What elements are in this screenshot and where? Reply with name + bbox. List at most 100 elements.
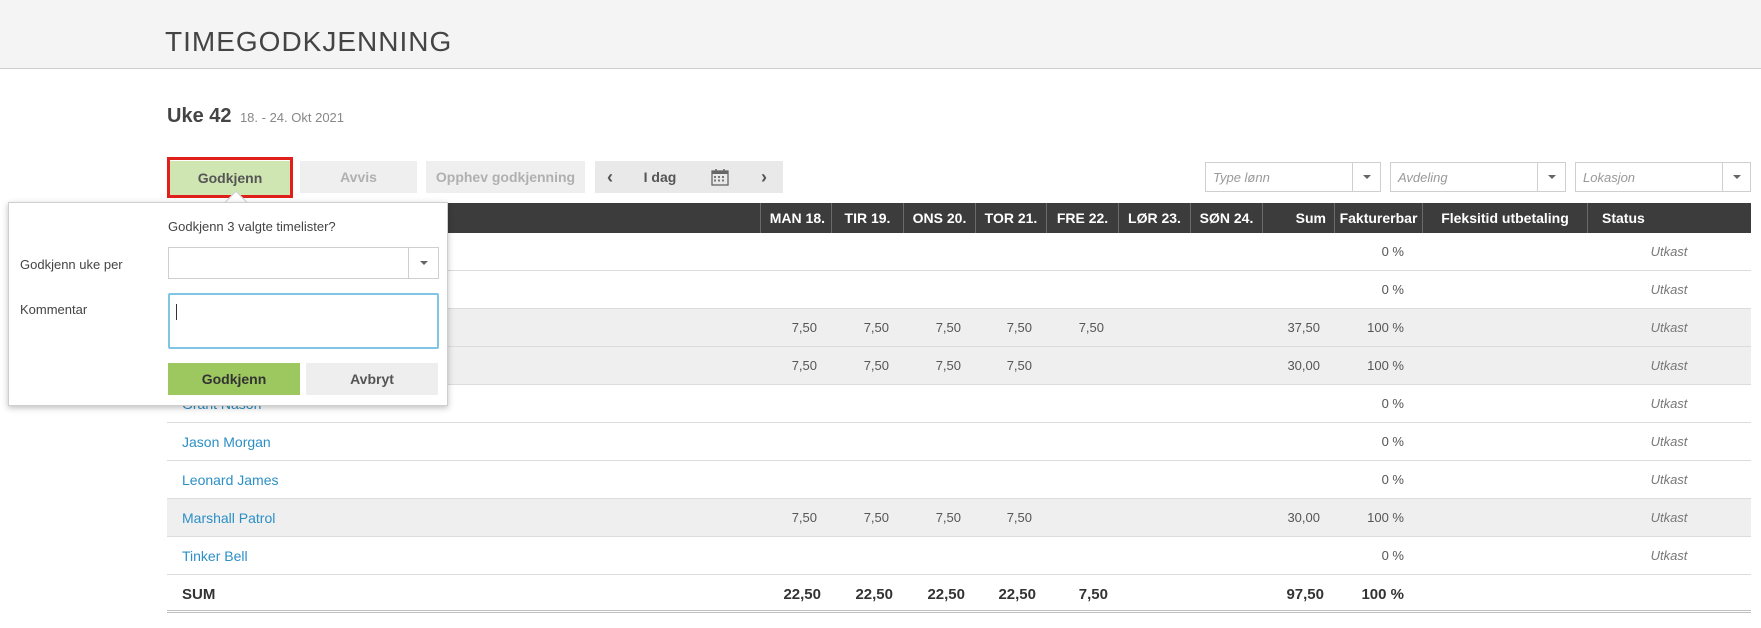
table-row[interactable]: Marshall Patrol 7,50 7,50 7,50 7,50 30,00 100 … xyxy=(167,499,1751,537)
hours-cell-thu xyxy=(975,233,1046,271)
billable-cell: 0 % xyxy=(1381,282,1404,297)
sum-thu: 22,50 xyxy=(998,586,1036,603)
hours-cell-wed: 7,50 xyxy=(935,358,961,373)
column-header-wed[interactable]: ONS 20. xyxy=(903,203,975,233)
chevron-down-icon[interactable] xyxy=(1537,163,1565,191)
hours-cell-fri xyxy=(1046,499,1118,537)
status-cell: Utkast xyxy=(1650,282,1688,297)
hours-cell-tue xyxy=(831,537,903,575)
hours-cell-wed xyxy=(903,423,975,461)
table-row[interactable]: Leonard James 0 % Utkast xyxy=(167,461,1751,499)
column-header-thu[interactable]: TOR 21. xyxy=(975,203,1046,233)
hours-cell-sum xyxy=(1262,461,1334,499)
hours-cell-fri xyxy=(1046,271,1118,309)
approve-popup: Godkjenn 3 valgte timelister? Godkjenn u… xyxy=(8,202,448,406)
week-range: 18. - 24. Okt 2021 xyxy=(239,110,345,125)
column-header-mon[interactable]: MAN 18. xyxy=(760,203,831,233)
approve-per-select[interactable] xyxy=(168,247,439,279)
sum-row: SUM 22,50 22,50 22,50 22,50 7,50 97,50 1… xyxy=(167,577,1751,613)
hours-cell-fri xyxy=(1046,423,1118,461)
previous-week-button[interactable]: ‹ xyxy=(595,167,625,188)
hours-cell-fri xyxy=(1046,347,1118,385)
billable-cell: 100 % xyxy=(1367,358,1404,373)
text-cursor xyxy=(176,304,177,320)
column-header-fri[interactable]: FRE 22. xyxy=(1046,203,1118,233)
reject-button[interactable]: Avvis xyxy=(300,161,417,193)
column-header-sun[interactable]: SØN 24. xyxy=(1190,203,1262,233)
hours-cell-thu xyxy=(975,385,1046,423)
hours-cell-mon xyxy=(760,423,831,461)
chevron-down-icon[interactable] xyxy=(408,248,438,278)
chevron-down-icon[interactable] xyxy=(1352,163,1380,191)
status-cell: Utkast xyxy=(1650,320,1688,335)
column-header-billable[interactable]: Fakturerbar xyxy=(1334,203,1422,233)
column-header-sat[interactable]: LØR 23. xyxy=(1118,203,1190,233)
status-cell: Utkast xyxy=(1650,548,1688,563)
billable-cell: 0 % xyxy=(1381,396,1404,411)
chevron-down-icon[interactable] xyxy=(1722,163,1750,191)
hours-cell-mon xyxy=(760,461,831,499)
status-cell: Utkast xyxy=(1650,434,1688,449)
status-cell: Utkast xyxy=(1650,510,1688,525)
comment-label: Kommentar xyxy=(20,302,88,317)
comment-textarea[interactable] xyxy=(168,293,439,349)
hours-cell-thu xyxy=(975,461,1046,499)
popup-cancel-button[interactable]: Avbryt xyxy=(306,363,438,395)
approve-per-label: Godkjenn uke per xyxy=(20,257,123,272)
column-header-sum[interactable]: Sum xyxy=(1262,203,1334,233)
sum-label: SUM xyxy=(182,586,216,603)
column-header-tue[interactable]: TIR 19. xyxy=(831,203,903,233)
hours-cell-fri xyxy=(1046,233,1118,271)
approve-button[interactable]: Godkjenn xyxy=(170,161,290,195)
department-select[interactable]: Avdeling xyxy=(1390,162,1566,192)
location-placeholder: Lokasjon xyxy=(1583,170,1636,185)
hours-cell-tue xyxy=(831,385,903,423)
billable-cell: 0 % xyxy=(1381,548,1404,563)
hours-cell-thu: 7,50 xyxy=(1006,358,1032,373)
department-placeholder: Avdeling xyxy=(1398,170,1448,185)
sum-mon: 22,50 xyxy=(783,586,821,603)
billable-cell: 100 % xyxy=(1367,320,1404,335)
hours-cell-tue: 7,50 xyxy=(863,358,889,373)
popup-approve-button[interactable]: Godkjenn xyxy=(168,363,300,395)
hours-cell-tue: 7,50 xyxy=(863,320,889,335)
today-button[interactable]: I dag xyxy=(625,169,695,185)
hours-cell-mon xyxy=(760,537,831,575)
top-header: TIMEGODKJENNING xyxy=(0,0,1761,69)
page-title: TIMEGODKJENNING xyxy=(165,26,453,57)
employee-name-link[interactable]: Leonard James xyxy=(182,461,279,499)
hours-cell-sum xyxy=(1262,385,1334,423)
table-row[interactable]: Jason Morgan 0 % Utkast xyxy=(167,423,1751,461)
sum-wed: 22,50 xyxy=(927,586,965,603)
table-row[interactable]: Tinker Bell 0 % Utkast xyxy=(167,537,1751,575)
week-title: Uke 42 xyxy=(167,105,232,127)
hours-cell-thu xyxy=(975,423,1046,461)
hours-cell-sum xyxy=(1262,537,1334,575)
status-cell: Utkast xyxy=(1650,244,1688,259)
hours-cell-sum xyxy=(1262,423,1334,461)
hours-cell-sum: 37,50 xyxy=(1287,320,1320,335)
employee-name-link[interactable]: Tinker Bell xyxy=(182,537,248,575)
status-cell: Utkast xyxy=(1650,358,1688,373)
column-header-flex[interactable]: Fleksitid utbetaling xyxy=(1422,203,1587,233)
column-header-status[interactable]: Status xyxy=(1587,203,1751,233)
billable-cell: 100 % xyxy=(1367,510,1404,525)
location-select[interactable]: Lokasjon xyxy=(1575,162,1751,192)
calendar-icon[interactable] xyxy=(695,168,745,186)
employee-name-link[interactable]: Marshall Patrol xyxy=(182,499,275,537)
hours-cell-wed: 7,50 xyxy=(935,510,961,525)
hours-cell-mon: 7,50 xyxy=(791,320,817,335)
unapprove-button[interactable]: Opphev godkjenning xyxy=(426,161,585,193)
salary-type-select[interactable]: Type lønn xyxy=(1205,162,1381,192)
hours-cell-mon: 7,50 xyxy=(791,510,817,525)
employee-name-link[interactable]: Jason Morgan xyxy=(182,423,271,461)
next-week-button[interactable]: › xyxy=(745,167,783,188)
hours-cell-sum: 30,00 xyxy=(1287,358,1320,373)
hours-cell-mon xyxy=(760,271,831,309)
hours-cell-tue xyxy=(831,271,903,309)
hours-cell-mon xyxy=(760,385,831,423)
status-cell: Utkast xyxy=(1650,472,1688,487)
hours-cell-tue xyxy=(831,461,903,499)
hours-cell-mon xyxy=(760,233,831,271)
hours-cell-fri xyxy=(1046,461,1118,499)
